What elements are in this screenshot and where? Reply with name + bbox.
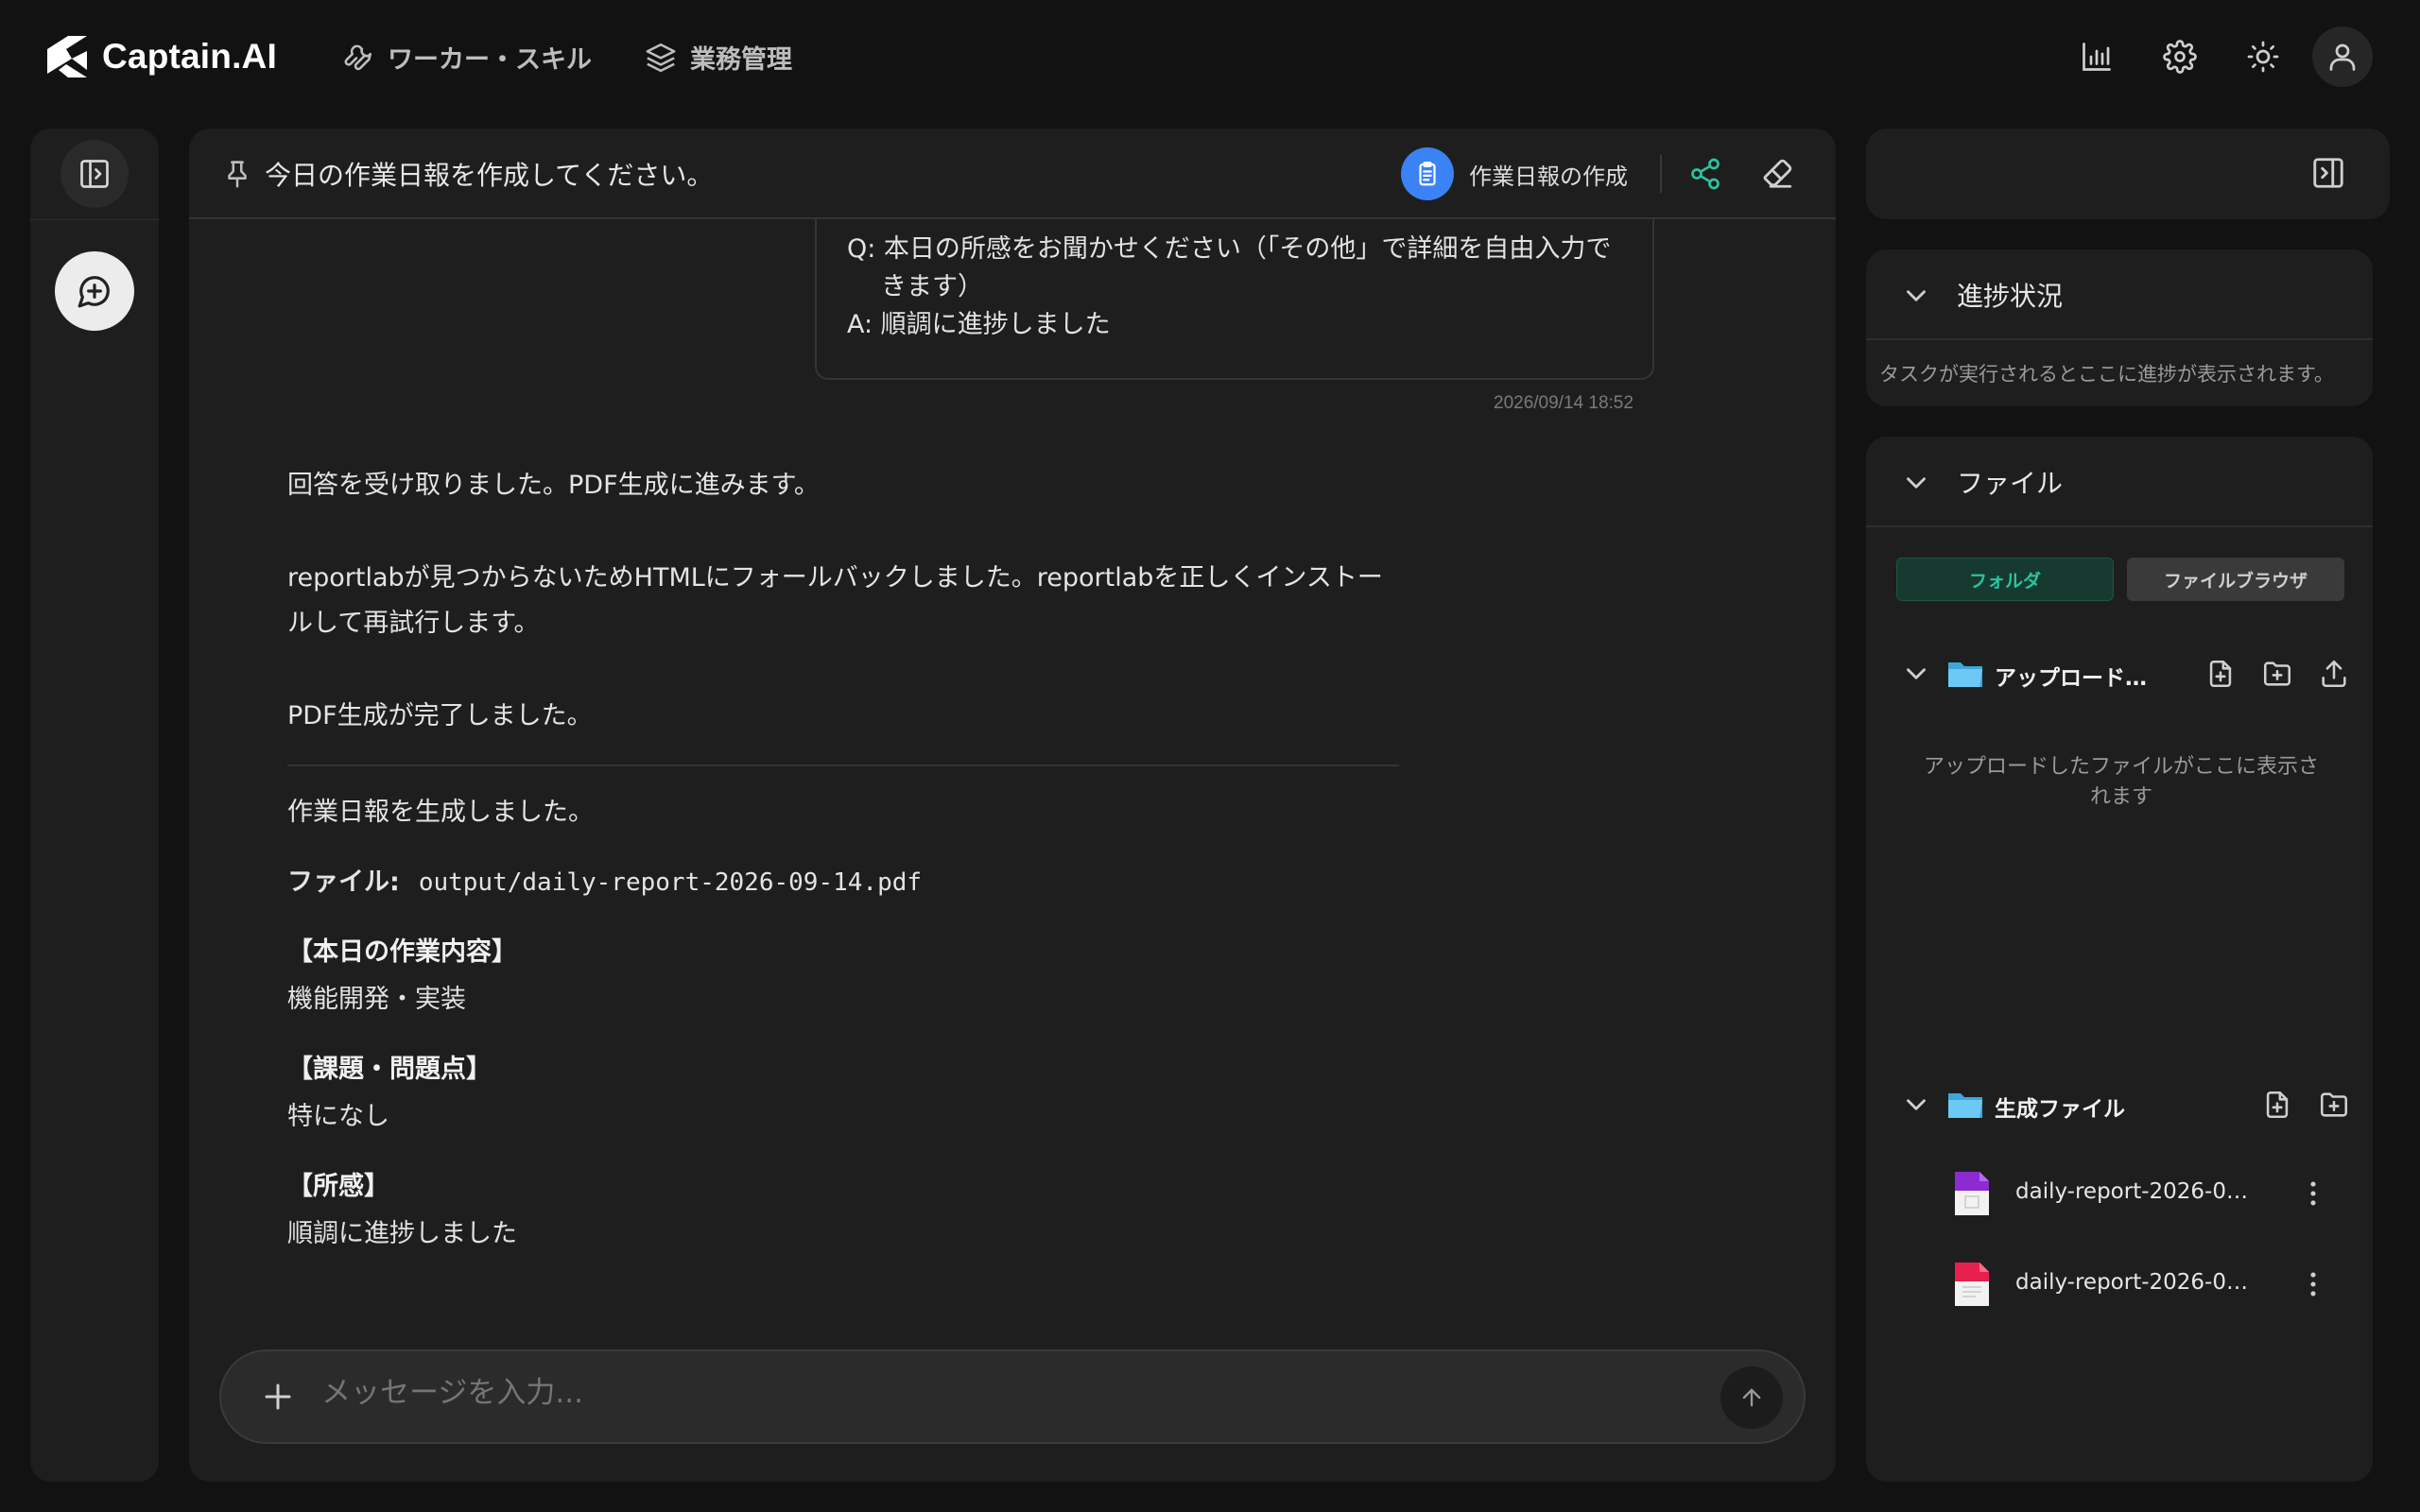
new-chat-button[interactable] <box>55 251 134 331</box>
theme-toggle-button[interactable] <box>2240 34 2286 79</box>
more-vertical-icon[interactable] <box>2297 1177 2329 1210</box>
sidebar-divider <box>30 219 159 220</box>
progress-card-header[interactable]: 進捗状況 <box>1866 249 2373 340</box>
user-answer: A: 順調に進捗しました <box>847 310 1111 339</box>
progress-empty-text: タスクが実行されるとここに進捗が表示されます。 <box>1879 363 2334 386</box>
assistant-line-3: PDF生成が完了しました。 <box>287 701 593 730</box>
assistant-line-1: 回答を受け取りました。PDF生成に進みます。 <box>287 471 820 500</box>
user-question: Q: 本日の所感をお聞かせください（「その他」で詳細を自由入力できます） <box>847 234 1612 301</box>
section-body: 特になし <box>287 1102 389 1131</box>
folder-name: アップロード… <box>1995 666 2147 691</box>
folder-name: 生成ファイル <box>1995 1097 2125 1122</box>
user-message-card: Q: 本日の所感をお聞かせください（「その他」で詳細を自由入力できます） A: … <box>815 219 1654 380</box>
nav-label: 業務管理 <box>690 44 792 75</box>
chevron-down-icon <box>1907 290 1926 301</box>
file-plus-icon[interactable] <box>2204 658 2237 690</box>
user-avatar-button[interactable] <box>2312 26 2373 87</box>
folder-plus-icon[interactable] <box>2261 658 2293 690</box>
wrench-icon <box>344 44 372 71</box>
pdf-file-icon <box>1955 1263 1989 1306</box>
header-separator <box>1660 155 1662 193</box>
file-plus-icon[interactable] <box>2261 1089 2293 1121</box>
more-vertical-icon[interactable] <box>2297 1268 2329 1300</box>
chevron-down-icon <box>1907 1099 1926 1110</box>
generated-folder-row[interactable]: 生成ファイル <box>1866 1079 2373 1132</box>
chat-title: 今日の作業日報を作成してください。 <box>265 160 714 191</box>
file-item[interactable]: daily-report-2026-0… <box>1866 1251 2373 1317</box>
brand-name: Captain.AI <box>102 37 277 76</box>
html-file-icon <box>1955 1172 1989 1215</box>
chat-header: 今日の作業日報を作成してください。 作業日報の作成 <box>189 129 1836 219</box>
nav-worker-skill[interactable]: ワーカー・スキル <box>342 36 592 77</box>
message-input[interactable] <box>321 1376 1645 1410</box>
section-title: 【所感】 <box>287 1172 389 1201</box>
message-plus-icon <box>78 276 110 308</box>
upload-empty-text: アップロードしたファイルがここに表示されます <box>1923 755 2319 809</box>
sidebar-expand-button[interactable] <box>60 140 129 208</box>
pin-icon[interactable] <box>221 157 253 189</box>
file-name: daily-report-2026-0… <box>2015 1270 2248 1295</box>
section-title: 【本日の作業内容】 <box>287 937 517 967</box>
folder-plus-icon[interactable] <box>2318 1089 2350 1121</box>
file-path: output/daily-report-2026-09-14.pdf <box>418 868 923 897</box>
files-card-header[interactable]: ファイル <box>1866 437 2373 527</box>
chat-panel: 今日の作業日報を作成してください。 作業日報の作成 Q: 本日の所感をお聞かせく… <box>189 129 1836 1482</box>
assistant-summary: 作業日報を生成しました。 <box>287 798 594 827</box>
bar-chart-icon <box>2083 43 2111 71</box>
generated-file-line: ファイル: output/daily-report-2026-09-14.pdf <box>287 864 922 902</box>
task-label: 作業日報の作成 <box>1469 163 1628 190</box>
message-timestamp: 2026/09/14 18:52 <box>1494 393 1634 413</box>
chevron-down-icon <box>1907 477 1926 489</box>
tab-file-browser[interactable]: ファイルブラウザ <box>2127 558 2344 601</box>
progress-title: 進捗状況 <box>1957 281 2064 312</box>
panel-right-collapse-icon[interactable] <box>2310 155 2346 191</box>
tab-folder[interactable]: フォルダ <box>1896 558 2114 601</box>
files-title: ファイル <box>1957 468 2064 499</box>
gear-icon <box>2163 40 2197 74</box>
upload-folder-row[interactable]: アップロード… <box>1866 648 2373 701</box>
brand-logo[interactable]: Captain.AI <box>43 30 277 83</box>
chevron-down-icon <box>1907 668 1926 679</box>
settings-button[interactable] <box>2157 34 2203 79</box>
stats-button[interactable] <box>2074 34 2119 79</box>
arrow-up-icon <box>1742 1388 1761 1407</box>
nav-label: ワーカー・スキル <box>388 44 592 75</box>
top-bar: Captain.AI ワーカー・スキル 業務管理 <box>0 0 2420 113</box>
progress-card: 進捗状況 タスクが実行されるとここに進捗が表示されます。 <box>1866 249 2373 406</box>
file-item[interactable]: daily-report-2026-0… <box>1866 1160 2373 1227</box>
layers-icon <box>646 43 676 73</box>
section-title: 【課題・問題点】 <box>287 1055 492 1084</box>
nav-task-management[interactable]: 業務管理 <box>645 36 792 77</box>
panel-left-open-icon <box>80 160 109 188</box>
files-card: ファイル フォルダ ファイルブラウザ アップロード… アップロードしたファイルが… <box>1866 437 2373 1482</box>
user-icon <box>2329 43 2356 71</box>
section-body: 機能開発・実装 <box>287 985 466 1014</box>
folder-icon <box>1948 662 1982 687</box>
message-composer <box>219 1349 1806 1444</box>
captain-logo-icon <box>47 36 87 77</box>
section-body: 順調に進捗しました <box>287 1219 517 1248</box>
upload-icon[interactable] <box>2318 658 2350 690</box>
eraser-icon[interactable] <box>1760 155 1796 191</box>
sun-icon <box>2247 41 2279 73</box>
plus-icon[interactable] <box>261 1380 295 1414</box>
message-divider <box>287 765 1399 766</box>
share-icon[interactable] <box>1688 157 1722 191</box>
send-button[interactable] <box>1720 1366 1783 1429</box>
task-badge[interactable]: 作業日報の作成 <box>1401 147 1628 200</box>
file-label: ファイル: <box>287 868 400 897</box>
right-panel-header <box>1866 129 2390 219</box>
assistant-line-2: reportlabが見つからないためHTMLにフォールバックしました。repor… <box>287 563 1383 638</box>
left-sidebar <box>30 129 159 1482</box>
folder-icon <box>1948 1093 1982 1118</box>
file-name: daily-report-2026-0… <box>2015 1179 2248 1204</box>
clipboard-icon <box>1401 147 1454 200</box>
